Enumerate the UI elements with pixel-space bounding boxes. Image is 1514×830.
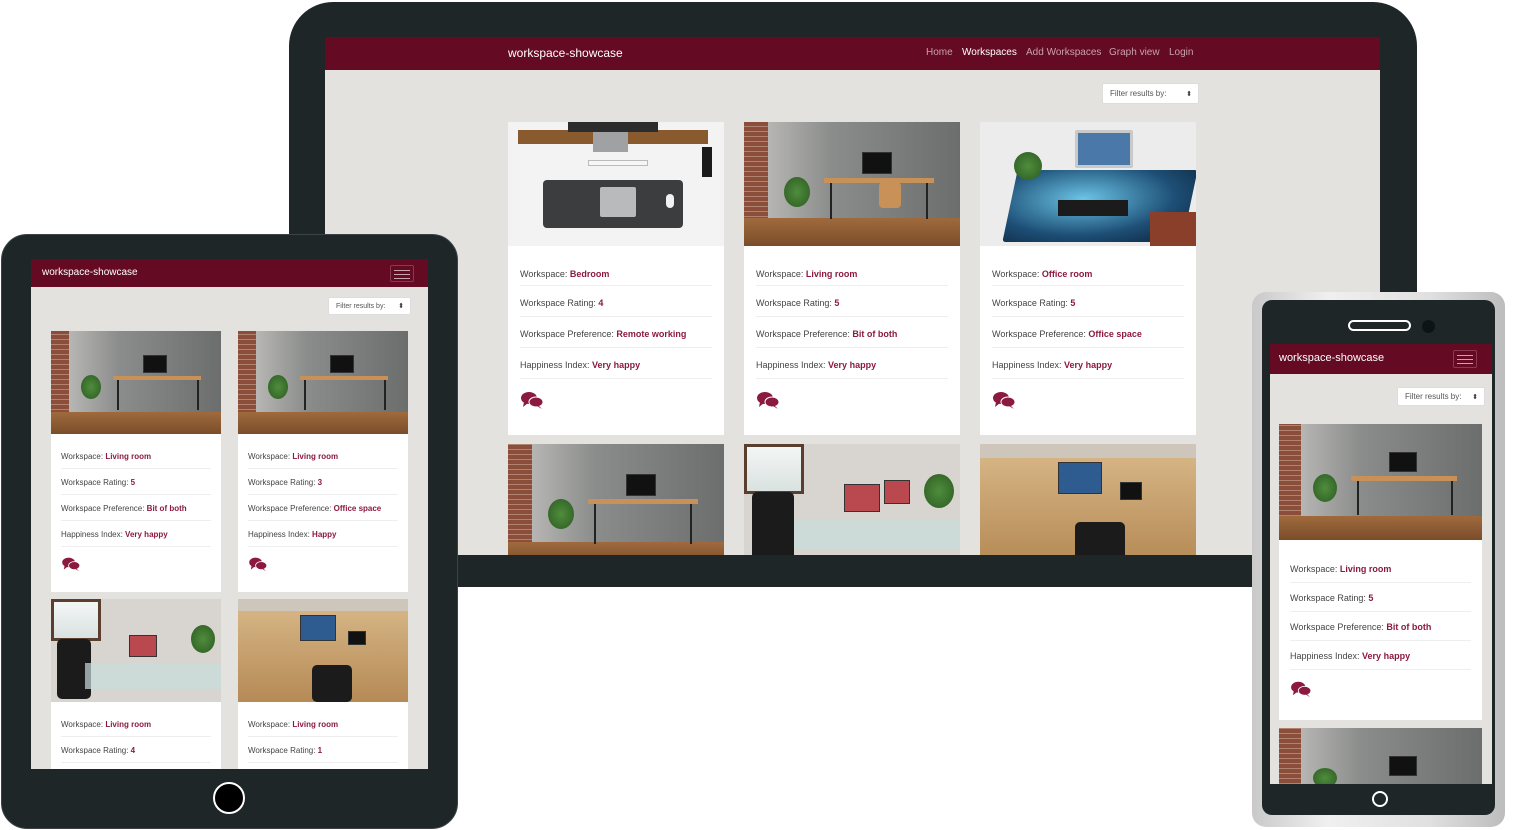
rating-field: Workspace Rating: 5 [1290, 583, 1471, 612]
workspace-card[interactable]: Workspace: Living room Workspace Rating:… [238, 599, 408, 769]
rating-field: Workspace Rating: 5 [61, 469, 211, 495]
phone-navbar: workspace-showcase [1270, 344, 1492, 374]
phone-home-button[interactable] [1372, 791, 1388, 807]
desktop-screen: workspace-showcase Home Workspaces Add W… [325, 37, 1380, 555]
tablet-home-button[interactable] [213, 782, 245, 814]
happiness-field: Happiness Index: Happy [248, 521, 398, 547]
nav-home[interactable]: Home [926, 47, 953, 58]
preference-field: Workspace Preference: Remote working [520, 317, 712, 348]
desktop-navbar: workspace-showcase Home Workspaces Add W… [325, 37, 1380, 70]
workspace-card[interactable] [508, 444, 724, 555]
workspace-field: Workspace: Living room [61, 443, 211, 469]
filter-select[interactable]: Filter results by: ⬍ [1102, 83, 1199, 104]
rating-field: Workspace Rating: 5 [756, 286, 948, 317]
comments-icon[interactable] [992, 390, 1016, 410]
brand-logo[interactable]: workspace-showcase [42, 267, 138, 278]
workspace-card[interactable]: Workspace: Office room Workspace Rating:… [980, 122, 1196, 435]
preference-field: Workspace Preference: Bit of both [1290, 612, 1471, 641]
workspace-photo [744, 444, 960, 555]
workspace-field: Workspace: Living room [756, 255, 948, 286]
workspace-field: Workspace: Living room [1290, 554, 1471, 583]
workspace-photo [508, 444, 724, 555]
phone-screen: workspace-showcase Filter results by: ⬍ … [1270, 344, 1492, 784]
workspace-field: Workspace: Living room [248, 443, 398, 469]
workspace-card[interactable] [980, 444, 1196, 555]
happiness-field: Happiness Index: Very happy [1290, 641, 1471, 670]
workspace-photo [508, 122, 724, 246]
workspace-photo [51, 599, 221, 702]
happiness-field: Happiness Index: Very happy [61, 521, 211, 547]
workspace-photo [1279, 728, 1482, 784]
workspace-card[interactable]: Workspace: Living room Workspace Rating:… [51, 599, 221, 769]
rating-field: Workspace Rating: 1 [248, 737, 398, 763]
preference-field: Workspace Preference: Office space [248, 495, 398, 521]
rating-field: Workspace Rating: 5 [992, 286, 1184, 317]
sort-caret-icon: ⬍ [1186, 90, 1192, 98]
rating-field: Workspace Rating: 3 [248, 469, 398, 495]
workspace-card[interactable] [744, 444, 960, 555]
workspace-photo [51, 331, 221, 434]
phone-camera [1422, 320, 1435, 333]
workspace-card[interactable]: Workspace: Living room Workspace Rating:… [1279, 424, 1482, 720]
tablet-screen: workspace-showcase Filter results by: ⬍ … [31, 259, 428, 769]
workspace-photo [744, 122, 960, 246]
workspace-card[interactable]: Workspace: Living room Workspace Rating:… [744, 122, 960, 435]
preference-field: Workspace Preference: Office space [992, 317, 1184, 348]
sort-caret-icon: ⬍ [398, 303, 404, 310]
nav-workspaces[interactable]: Workspaces [962, 47, 1017, 58]
workspace-card[interactable]: Workspace: Living room Workspace Rating:… [51, 331, 221, 592]
rating-field: Workspace Rating: 4 [61, 737, 211, 763]
desktop-monitor-bezel-bottom [289, 555, 1417, 587]
happiness-field: Happiness Index: Very happy [520, 348, 712, 379]
comments-icon[interactable] [61, 556, 81, 572]
brand-logo[interactable]: workspace-showcase [1279, 352, 1384, 364]
comments-icon[interactable] [520, 390, 544, 410]
workspace-field: Workspace: Living room [248, 711, 398, 737]
workspace-photo [238, 599, 408, 702]
filter-select[interactable]: Filter results by: ⬍ [328, 297, 411, 315]
workspace-field: Workspace: Living room [61, 711, 211, 737]
comments-icon[interactable] [1290, 680, 1312, 698]
happiness-field: Happiness Index: Very happy [992, 348, 1184, 379]
workspace-card[interactable]: Workspace: Bedroom Workspace Rating: 4 W… [508, 122, 724, 435]
workspace-field: Workspace: Bedroom [520, 255, 712, 286]
filter-label: Filter results by: [336, 302, 386, 310]
happiness-field: Happiness Index: Very happy [756, 348, 948, 379]
workspace-photo [1279, 424, 1482, 540]
filter-label: Filter results by: [1110, 89, 1167, 98]
preference-field: Workspace Preference: Bit of both [756, 317, 948, 348]
workspace-photo [238, 331, 408, 434]
hamburger-menu-icon[interactable] [1453, 350, 1477, 368]
sort-caret-icon: ⬍ [1472, 393, 1478, 401]
filter-label: Filter results by: [1405, 392, 1462, 401]
brand-logo[interactable]: workspace-showcase [508, 46, 623, 60]
nav-graph-view[interactable]: Graph view [1109, 47, 1160, 58]
nav-add-workspaces[interactable]: Add Workspaces [1026, 47, 1101, 58]
tablet-navbar: workspace-showcase [31, 259, 428, 287]
filter-select[interactable]: Filter results by: ⬍ [1397, 387, 1485, 406]
comments-icon[interactable] [248, 556, 268, 572]
rating-field: Workspace Rating: 4 [520, 286, 712, 317]
workspace-field: Workspace: Office room [992, 255, 1184, 286]
preference-field: Workspace Preference: Bit of both [61, 495, 211, 521]
hamburger-menu-icon[interactable] [390, 265, 414, 282]
phone-speaker [1348, 320, 1411, 331]
workspace-card[interactable]: Workspace: Living room Workspace Rating:… [238, 331, 408, 592]
workspace-photo [980, 122, 1196, 246]
workspace-photo [980, 444, 1196, 555]
workspace-card[interactable] [1279, 728, 1482, 784]
nav-login[interactable]: Login [1169, 47, 1193, 58]
comments-icon[interactable] [756, 390, 780, 410]
